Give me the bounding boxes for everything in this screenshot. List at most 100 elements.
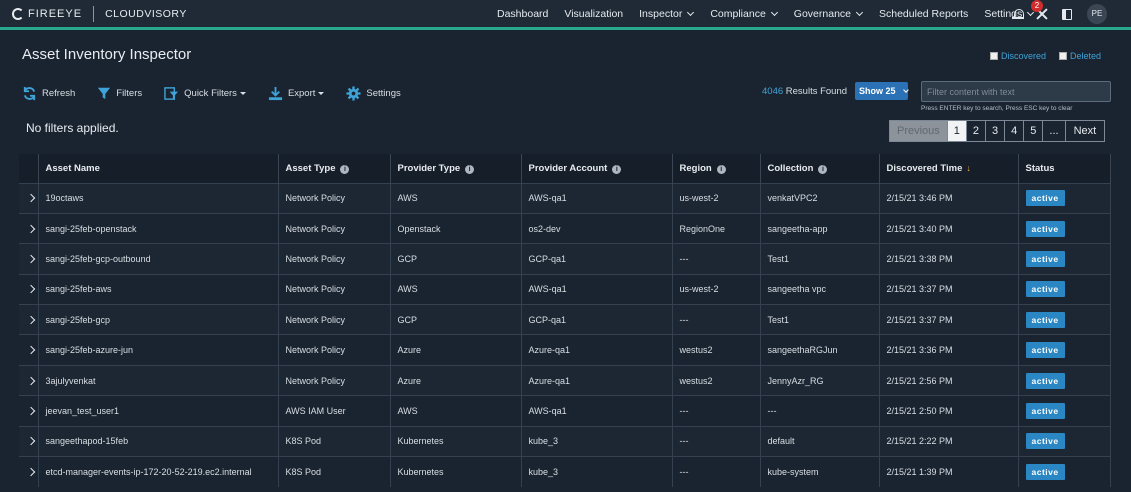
download-icon [268, 86, 282, 100]
page-5-button[interactable]: 5 [1024, 120, 1044, 142]
chevron-down-icon [687, 8, 695, 16]
status-badge: active [1025, 250, 1065, 267]
column-header-collection[interactable]: Collection i [760, 154, 880, 183]
export-button[interactable]: Export [268, 86, 325, 101]
refresh-button[interactable]: Refresh [22, 86, 75, 101]
info-icon[interactable]: i [818, 164, 828, 174]
provider-account-cell: AWS-qa1 [521, 395, 673, 427]
settings-button[interactable]: Settings [346, 85, 401, 101]
nav-item-compliance[interactable]: Compliance [710, 8, 778, 20]
discovered-checkbox[interactable] [990, 52, 998, 60]
nav-item-dashboard[interactable]: Dashboard [497, 8, 548, 20]
column-header-region[interactable]: Region i [672, 154, 761, 183]
nav-item-inspector[interactable]: Inspector [639, 7, 695, 20]
page-size-select[interactable]: Show 25 [855, 82, 909, 100]
expand-cell[interactable] [19, 212, 39, 244]
table-row[interactable]: sangi-25feb-azure-jun Network Policy Azure… [19, 334, 1111, 366]
quick-filters-button[interactable]: Quick Filters [164, 86, 246, 101]
export-label: Export [287, 87, 316, 99]
status-cell: active [1018, 212, 1111, 244]
chevron-right-icon[interactable] [26, 254, 36, 264]
expand-cell[interactable] [19, 334, 39, 366]
nav-item-governance[interactable]: Governance [794, 8, 864, 20]
discovered-filter[interactable]: Discovered [990, 51, 1046, 61]
table-row[interactable]: sangeethapod-15feb K8S Pod Kubernetes kube_… [19, 425, 1111, 457]
expand-cell[interactable] [19, 425, 39, 457]
info-icon[interactable]: i [340, 164, 350, 174]
collection-cell: Test1 [760, 243, 880, 275]
table-row[interactable]: 19octaws Network Policy AWS AWS-qa1 us-west-… [19, 182, 1111, 214]
discovered-time-cell: 2/15/21 3:36 PM [879, 334, 1019, 366]
chevron-down-icon [770, 8, 778, 16]
next-page-button[interactable]: Next [1065, 120, 1106, 142]
table-row[interactable]: sangi-25feb-openstack Network Policy Opens… [19, 212, 1111, 244]
table-row[interactable]: 3ajulyvenkat Network Policy Azure Azure-qa1… [19, 364, 1111, 396]
docs-icon[interactable] [1062, 8, 1072, 20]
page-2-button[interactable]: 2 [966, 120, 987, 142]
expand-cell[interactable] [19, 456, 39, 487]
column-header-provider-type[interactable]: Provider Type i [390, 154, 522, 183]
chevron-right-icon[interactable] [26, 406, 36, 416]
asset-name-cell: 19octaws [38, 182, 279, 214]
nav-item-visualization[interactable]: Visualization [564, 8, 623, 20]
column-header-label: Collection [767, 162, 814, 174]
table-row[interactable]: sangi-25feb-aws Network Policy AWS AWS-qa1 u… [19, 273, 1111, 305]
expand-cell[interactable] [19, 182, 39, 214]
chevron-right-icon[interactable] [26, 345, 36, 355]
column-header-discovered-time[interactable]: Discovered Time ↓ [879, 154, 1019, 183]
chevron-right-icon[interactable] [26, 315, 36, 324]
asset-name-cell: sangeethapod-15feb [38, 425, 279, 457]
avatar[interactable]: PE [1087, 4, 1107, 24]
page-3-button[interactable]: 3 [986, 120, 1006, 142]
chevron-right-icon[interactable] [26, 224, 36, 233]
info-icon[interactable]: i [612, 164, 622, 174]
table-row[interactable]: jeevan_test_user1 AWS IAM User AWS AWS-qa1-… [19, 395, 1111, 427]
deleted-label: Deleted [1070, 51, 1102, 61]
column-header-provider-account[interactable]: Provider Account i [521, 154, 673, 183]
chevron-right-icon[interactable] [26, 285, 36, 294]
info-icon[interactable]: i [716, 164, 726, 174]
bell-icon[interactable] [1012, 8, 1024, 20]
table-row[interactable]: etcd-manager-events-ip-172-20-52-219.ec2… [19, 456, 1111, 487]
provider-type-cell: Openstack [390, 212, 522, 244]
page-1-button[interactable]: 1 [947, 120, 967, 142]
table-row[interactable]: sangi-25feb-gcp-outbound Network Policy GC… [19, 243, 1111, 275]
column-header-label: Provider Account [528, 162, 608, 174]
results-label: Results Found [785, 86, 848, 97]
column-header-status[interactable]: Status [1018, 154, 1111, 183]
discovered-time-cell: 2/15/21 2:22 PM [879, 425, 1019, 457]
search-input[interactable] [921, 81, 1111, 102]
previous-page-button[interactable]: Previous [889, 120, 948, 142]
table-row[interactable]: sangi-25feb-gcp Network Policy GCP GCP-qa1-… [19, 304, 1111, 335]
chevron-right-icon[interactable] [26, 437, 36, 446]
nav-item-label: Inspector [639, 7, 683, 20]
deleted-filter[interactable]: Deleted [1059, 51, 1101, 61]
expand-cell[interactable] [19, 395, 39, 427]
chevron-right-icon[interactable] [26, 467, 36, 477]
deleted-checkbox[interactable] [1059, 52, 1067, 60]
expand-cell[interactable] [19, 243, 39, 275]
status-badge: active [1025, 342, 1065, 359]
provider-type-cell: Kubernetes [390, 425, 522, 457]
expand-cell[interactable] [19, 304, 39, 335]
chevron-right-icon[interactable] [26, 193, 36, 203]
column-header-asset-name[interactable]: Asset Name [38, 154, 279, 183]
more-pages-button[interactable]: ... [1043, 120, 1066, 142]
brand[interactable]: FIREEYE CLOUDVISORY [12, 6, 187, 22]
filters-button[interactable]: Filters [97, 86, 142, 100]
info-icon[interactable]: i [465, 164, 475, 174]
notification-badge: 2 [1031, 0, 1043, 12]
column-header-asset-type[interactable]: Asset Type i [278, 154, 391, 183]
status-badge: active [1025, 311, 1065, 328]
nav-item-scheduled-reports[interactable]: Scheduled Reports [879, 8, 968, 20]
no-filters-message: No filters applied. [26, 121, 119, 135]
page-4-button[interactable]: 4 [1005, 120, 1025, 142]
status-cell: active [1018, 334, 1111, 366]
status-badge: active [1025, 281, 1065, 298]
chevron-right-icon[interactable] [26, 376, 36, 385]
provider-account-cell: GCP-qa1 [521, 304, 673, 335]
expand-cell[interactable] [19, 364, 39, 396]
expand-cell[interactable] [19, 273, 39, 305]
discovered-time-cell: 2/15/21 3:38 PM [879, 243, 1019, 275]
nav-item-label: Dashboard [497, 7, 549, 20]
